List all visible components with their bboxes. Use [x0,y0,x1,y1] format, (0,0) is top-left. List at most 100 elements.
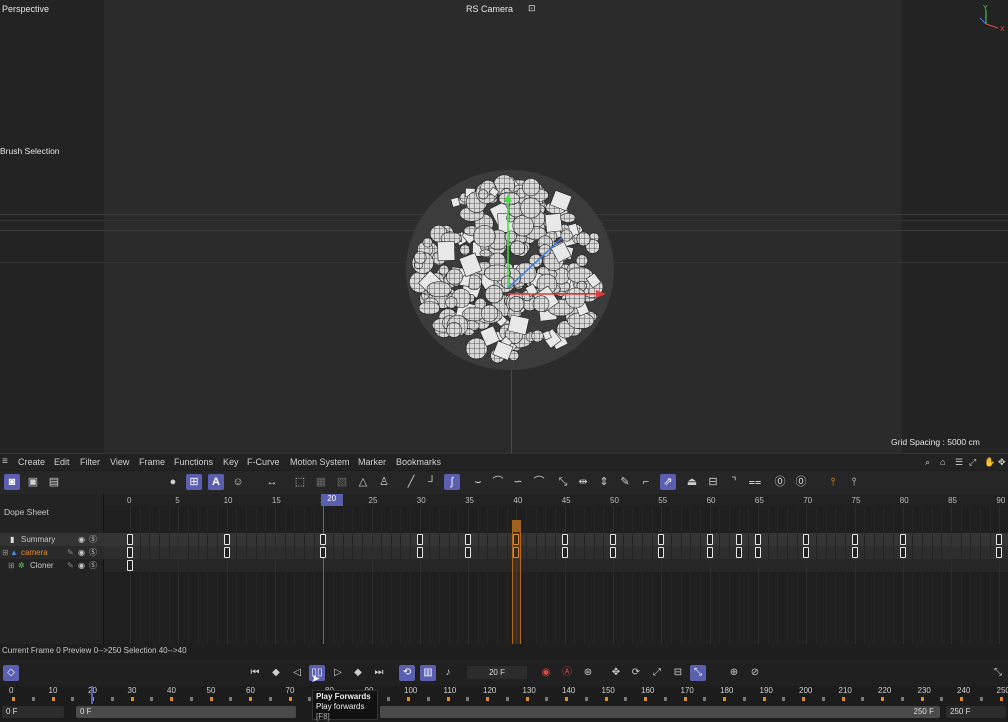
keyframe[interactable] [803,547,809,558]
zero-length-icon[interactable]: ⓪ [772,474,788,490]
rotation-key-icon[interactable]: ⟳ [628,665,644,681]
keyframe[interactable] [320,534,326,545]
menu-bookmarks[interactable]: Bookmarks [396,457,441,467]
keyframe[interactable] [736,534,742,545]
menu-key[interactable]: Key [223,457,239,467]
solo-icon[interactable]: Ⓢ [89,533,97,546]
prev-frame-icon[interactable]: ◁ [289,665,305,681]
lock-tangent-icon[interactable]: ⇹ [575,474,591,490]
expand-icon[interactable]: ⊞ [2,546,9,559]
frame-selected-icon[interactable]: ⬚ [292,474,308,490]
keyframe[interactable] [417,547,423,558]
keyframe[interactable] [562,547,568,558]
ease-both-icon[interactable]: ∽ [510,474,526,490]
dopesheet-mode-icon[interactable]: ◙ [4,474,20,490]
motion-path-icon[interactable]: ⊘ [747,665,763,681]
solo-icon[interactable]: Ⓢ [89,559,97,572]
sound-icon[interactable]: ♪ [440,665,456,681]
keyframe[interactable] [707,547,713,558]
sphere-icon[interactable]: ● [165,474,181,490]
timeline-expand-icon[interactable]: ⤡ [990,665,1006,681]
brush-icon[interactable]: ✎ [617,474,633,490]
preview-range-end[interactable]: 250 F [380,706,940,718]
keyframe[interactable] [127,547,133,558]
keyframe[interactable] [320,547,326,558]
frame-all-icon[interactable]: ↔ [264,474,280,490]
snap-icon[interactable]: ▦ [313,474,329,490]
lock-key-icon[interactable]: ⊟ [705,474,721,490]
loop-icon[interactable]: ⟲ [399,665,415,681]
dope-ruler[interactable]: 05101520253035404550556065707580859020 [104,494,1008,506]
next-frame-icon[interactable]: ▷ [330,665,346,681]
menu-edit[interactable]: Edit [54,457,70,467]
menu-motion-system[interactable]: Motion System [290,457,350,467]
zero-angle-icon[interactable]: ⓪ [793,474,809,490]
keyframe[interactable] [224,534,230,545]
menu-frame[interactable]: Frame [139,457,165,467]
keyframe[interactable] [610,547,616,558]
auto-key-icon[interactable]: ⇗ [660,474,676,490]
equal-icon[interactable]: ⩵ [747,474,763,490]
menu-fcurve[interactable]: F-Curve [247,457,280,467]
keyframe-mode-icon[interactable]: ◇ [3,665,19,681]
ripple-icon[interactable]: △ [355,474,371,490]
auto-tangent-icon[interactable]: ⌒ [531,474,547,490]
goto-start-icon[interactable]: ⏮ [247,665,263,681]
menu-create[interactable]: Create [18,457,45,467]
position-key-icon[interactable]: ✥ [608,665,624,681]
menu-marker[interactable]: Marker [358,457,386,467]
camera-name[interactable]: RS Camera [466,4,513,14]
motion-clip-icon[interactable]: ⊕ [726,665,742,681]
keyframe[interactable] [755,534,761,545]
move-icon[interactable]: ✥ [998,457,1006,468]
solo-icon[interactable]: Ⓢ [89,546,97,559]
menu-functions[interactable]: Functions [174,457,213,467]
keyframe[interactable] [707,534,713,545]
max-frame-field[interactable]: 250 F [946,706,1006,718]
keyframe[interactable] [224,547,230,558]
fcurve-mode-icon[interactable]: ▣ [25,474,41,490]
current-frame-field[interactable]: 20 F [467,666,527,679]
goto-end-icon[interactable]: ⏭ [371,665,387,681]
key-reduction-icon[interactable]: ⌐ [638,474,654,490]
hamburger-icon[interactable]: ≡ [2,456,8,467]
break-tangent-icon[interactable]: ⤡ [555,474,571,490]
keyframe[interactable] [996,534,1002,545]
filter-icon[interactable]: ☰ [955,457,963,468]
keyframe[interactable] [127,534,133,545]
lock-value-icon[interactable]: ⇕ [596,474,612,490]
keyframe[interactable] [417,534,423,545]
mute-key-icon[interactable]: ⏏ [684,474,700,490]
ease-out-icon[interactable]: ⌒ [490,474,506,490]
hierarchy-icon[interactable]: ⊞ [186,474,202,490]
current-frame-line[interactable] [323,494,324,644]
clean-icon[interactable]: ♙ [376,474,392,490]
cloner-object[interactable] [404,168,616,372]
visibility-icon[interactable]: ◉ [78,546,85,559]
keyframe[interactable] [900,534,906,545]
edit-icon[interactable]: ✎ [67,559,74,572]
keyframe[interactable] [900,547,906,558]
keyframe[interactable] [852,547,858,558]
autokey-icon[interactable]: Ⓐ [559,665,575,681]
linear-interp-icon[interactable]: ╱ [403,474,419,490]
expand-icon[interactable]: ⤢ [969,457,976,468]
camera-lock-icon[interactable]: ⊡ [528,3,536,14]
record-icon[interactable]: ◉ [538,665,554,681]
timeline-playhead[interactable] [91,686,93,704]
ease-in-icon[interactable]: ⌣ [470,474,486,490]
menu-view[interactable]: View [110,457,129,467]
scale-key-icon[interactable]: ⤢ [649,665,665,681]
edit-icon[interactable]: ✎ [67,546,74,559]
next-key-icon[interactable]: ◆ [350,665,366,681]
marker-icon[interactable]: ⫯ [825,474,841,490]
keyframe[interactable] [658,534,664,545]
keyframe[interactable] [852,534,858,545]
keyframe[interactable] [465,547,471,558]
step-interp-icon[interactable]: ┘ [424,474,440,490]
prev-key-icon[interactable]: ◆ [268,665,284,681]
param-key-icon[interactable]: ⊟ [670,665,686,681]
search-icon[interactable]: ⌕ [925,457,930,468]
keyframe[interactable] [513,534,519,545]
track-camera[interactable]: ⊞ ▲ camera ✎ ◉ Ⓢ [0,546,104,559]
